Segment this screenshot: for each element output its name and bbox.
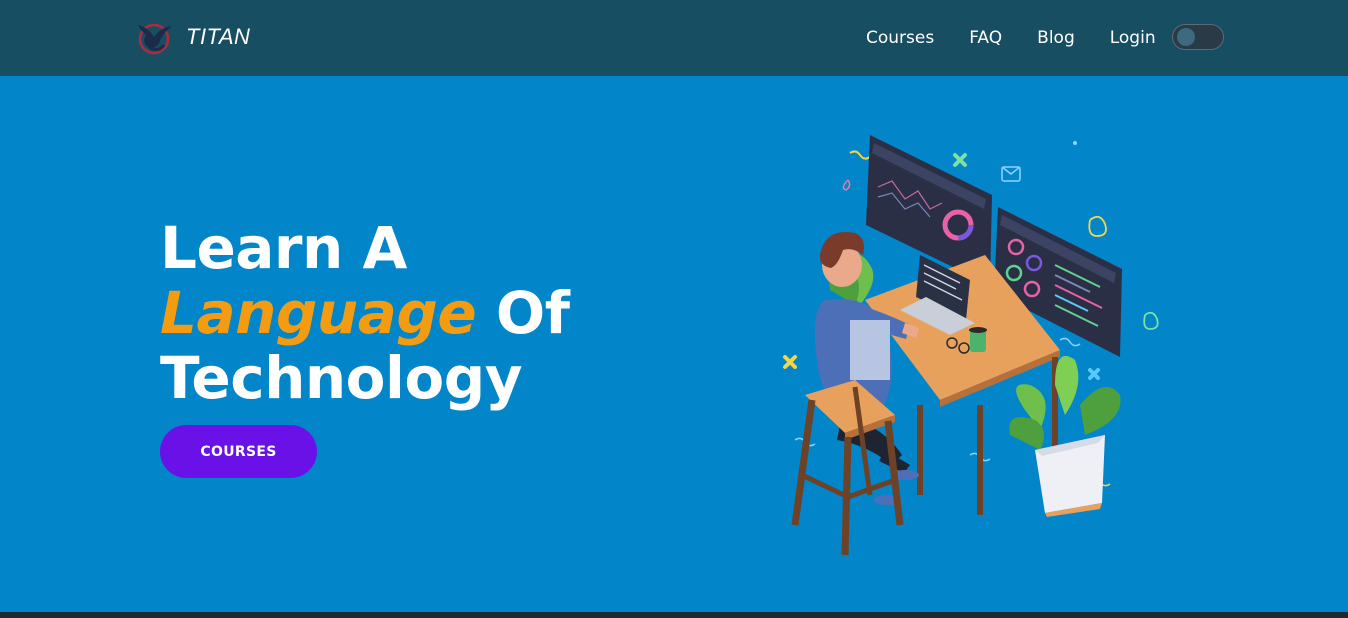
nav-login-link[interactable]: Login [1110,24,1156,52]
hero-line-2-rest: Of [476,279,570,347]
hero-title: Learn A Language Of Technology [160,214,570,412]
nav-blog-link[interactable]: Blog [1037,24,1075,52]
toggle-knob-icon [1177,28,1195,46]
hero-accent-word: Language [160,279,477,347]
nav-faq-link[interactable]: FAQ [969,24,1002,52]
brand-name: TITAN [186,24,251,49]
hero-line-1: Learn A [160,214,407,282]
courses-cta-button[interactable]: COURSES [160,425,317,478]
developer-at-desk-illustration-icon [783,135,1159,556]
footer-edge [0,612,1348,618]
nav-courses-link[interactable]: Courses [866,24,934,52]
hero-line-3: Technology [160,344,523,412]
main-nav: Courses FAQ Blog Login [848,24,1191,52]
hero-line-2: Language Of [160,279,570,347]
brand-link[interactable]: TITAN [134,14,250,60]
theme-toggle-switch[interactable] [1172,24,1224,50]
eagle-logo-icon [138,23,172,55]
top-navbar: TITAN Courses FAQ Blog Login [0,0,1348,76]
